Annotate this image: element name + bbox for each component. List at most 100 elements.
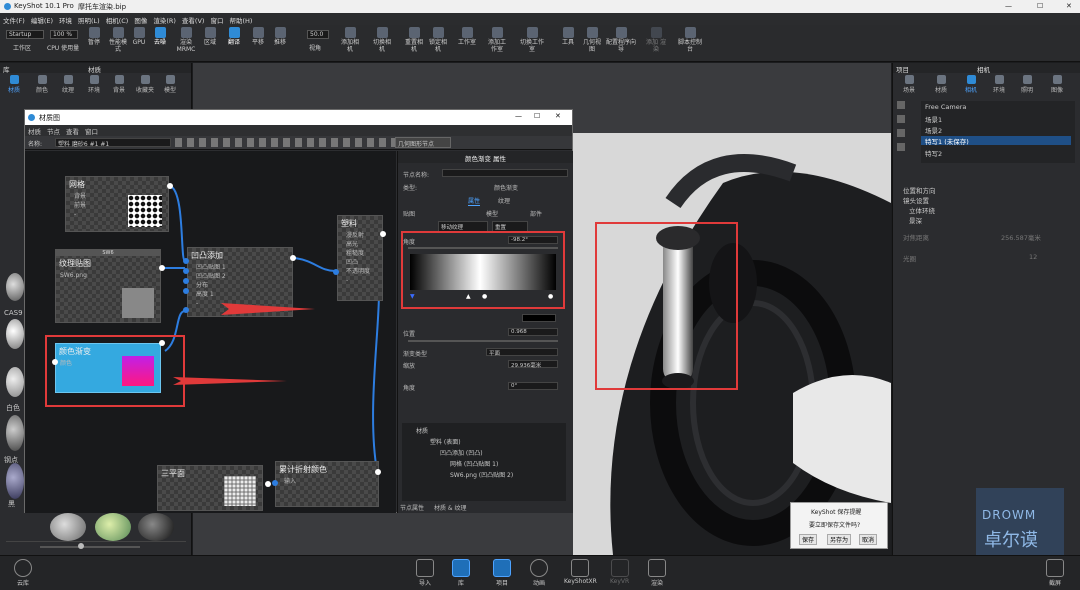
configurator-wizard-button[interactable]: 配置程序向导 — [606, 27, 636, 53]
close-icon[interactable]: ✕ — [1066, 2, 1072, 10]
menu-camera[interactable]: 相机(C) — [103, 13, 132, 25]
tab-environments[interactable]: 环境 — [88, 75, 100, 94]
geometry-node-button[interactable]: 几何图形节点 — [395, 137, 451, 148]
tab-image[interactable]: 图像 — [1051, 75, 1063, 94]
menu-view[interactable]: 查看(V) — [179, 13, 208, 25]
material-thumb[interactable] — [6, 319, 24, 349]
animation-button[interactable]: 动画 — [530, 559, 548, 587]
material-thumb[interactable] — [6, 367, 24, 397]
minimize-icon[interactable]: — — [1005, 2, 1012, 10]
project-button[interactable]: 项目 — [493, 559, 511, 587]
switch-camera-button[interactable]: 切换相机 — [372, 27, 392, 53]
cpu-usage-select[interactable]: 100 % — [50, 30, 78, 39]
tab-materials[interactable]: 材质 — [8, 75, 20, 94]
add-render-button[interactable]: 添加 渲染 — [646, 27, 666, 53]
menu-lighting[interactable]: 照明(L) — [75, 13, 103, 25]
node-graph-canvas[interactable]: 网格 背景 前景 - SW6 纹理贴图 SW6.png 凹凸添加 凹凸贴图 1 … — [25, 151, 396, 513]
close-icon[interactable]: ✕ — [555, 112, 561, 120]
geometry-view-button[interactable]: 几何视图 — [582, 27, 602, 53]
performance-mode-button[interactable]: 性能模式 — [108, 27, 128, 53]
script-console-button[interactable]: 脚本控制台 — [678, 27, 702, 53]
region-button[interactable]: 区域 — [202, 27, 218, 46]
tab-lighting[interactable]: 照明 — [1021, 75, 1033, 94]
tree-item-sw6[interactable]: SW6.png (凹凸贴图 2) — [450, 470, 513, 479]
maximize-icon[interactable]: ☐ — [1037, 2, 1043, 10]
angle2-input[interactable]: 0° — [508, 382, 558, 390]
tab-camera[interactable]: 相机 — [965, 75, 977, 94]
material-thumb[interactable] — [50, 513, 86, 541]
scale-input[interactable]: 29.936毫米 — [508, 360, 558, 369]
tumble-button[interactable]: 翻译 — [226, 27, 242, 46]
cancel-button[interactable]: 取消 — [859, 534, 878, 545]
tree-item-plastic[interactable]: 塑料 (表面) — [430, 437, 461, 446]
lock-camera-button[interactable]: 锁定相机 — [428, 27, 448, 53]
menu-file[interactable]: 文件(F) — [0, 13, 28, 25]
camera-item-free[interactable]: Free Camera — [925, 103, 966, 111]
position-input[interactable]: 0.968 — [508, 328, 558, 336]
tab-project-materials[interactable]: 材质 — [935, 75, 947, 94]
focus-distance-value[interactable]: 256.587毫米 — [1001, 232, 1041, 242]
thumbnail-size-slider[interactable] — [40, 546, 140, 548]
menu-environment[interactable]: 环境 — [56, 13, 75, 25]
tab-colors[interactable]: 颜色 — [36, 75, 48, 94]
position-slider[interactable] — [408, 340, 558, 342]
section-dof[interactable]: 景深 — [909, 215, 922, 225]
tab-favorites[interactable]: 收藏夹 — [136, 75, 154, 94]
menu-window[interactable]: 窗口 — [207, 13, 226, 25]
menu-render[interactable]: 渲染(R) — [150, 13, 179, 25]
graph-tool-icons[interactable] — [175, 138, 395, 147]
reset-camera-button[interactable]: 重置相机 — [404, 27, 424, 53]
library-button[interactable]: 库 — [452, 559, 470, 587]
pause-button[interactable]: 暂停 — [86, 27, 102, 46]
camera-item-scene1[interactable]: 场景1 — [925, 114, 942, 124]
material-name-input[interactable]: 塑料 磨砂6 #1 #1 — [55, 138, 171, 148]
section-position[interactable]: 位置和方向 — [903, 185, 936, 195]
camera-item-scene2[interactable]: 场景2 — [925, 125, 942, 135]
material-thumb[interactable] — [6, 463, 24, 499]
fov-input[interactable]: 50.0 — [307, 30, 329, 39]
tab-environment[interactable]: 环境 — [993, 75, 1005, 94]
switch-studio-button[interactable]: 切换工作室 — [520, 27, 544, 53]
menu-edit[interactable]: 编辑(E) — [28, 13, 56, 25]
section-lens[interactable]: 镜头设置 — [903, 195, 929, 205]
gradient-type-select[interactable]: 平面 — [486, 348, 558, 357]
tab-node-properties[interactable]: 节点属性 — [400, 503, 424, 512]
slider-handle[interactable] — [78, 543, 84, 549]
node-name-input[interactable] — [442, 169, 568, 177]
add-camera-button[interactable]: 添加相机 — [340, 27, 360, 53]
cloud-library-button[interactable]: 云库 — [14, 559, 32, 587]
color-swatch[interactable] — [522, 314, 556, 322]
tree-item-bump-add[interactable]: 凹凸添加 (凹凸) — [440, 448, 483, 457]
aperture-value[interactable]: 12 — [1029, 253, 1037, 261]
refresh-icon[interactable] — [897, 143, 905, 151]
part-radio[interactable]: 部件 — [530, 209, 542, 218]
tab-material-texture[interactable]: 材质 & 纹理 — [434, 503, 467, 512]
save-button[interactable]: 保存 — [799, 534, 818, 545]
menu-help[interactable]: 帮助(H) — [226, 13, 255, 25]
menu-image[interactable]: 图像 — [131, 13, 150, 25]
model-radio[interactable]: 模型 — [486, 209, 498, 218]
section-stereo[interactable]: 立体环绕 — [909, 205, 935, 215]
add-studio-button[interactable]: 添加工作室 — [486, 27, 508, 53]
minimize-icon[interactable]: — — [515, 112, 522, 120]
pan-button[interactable]: 平移 — [250, 27, 266, 46]
menu-material[interactable]: 材质 — [28, 128, 41, 136]
delete-icon[interactable] — [897, 129, 905, 137]
material-thumb[interactable] — [95, 513, 131, 541]
keyvr-button[interactable]: KeyVR — [610, 559, 629, 585]
camera-item-closeup2[interactable]: 特写2 — [925, 148, 942, 158]
tab-properties[interactable]: 属性 — [468, 196, 481, 206]
tree-item-mesh[interactable]: 网格 (凹凸贴图 1) — [450, 459, 498, 468]
tools-button[interactable]: 工具 — [560, 27, 576, 46]
tree-item-material[interactable]: 材质 — [416, 426, 428, 435]
material-thumb[interactable] — [6, 415, 24, 451]
tab-scene[interactable]: 场景 — [903, 75, 915, 94]
add-camera-icon[interactable] — [897, 101, 905, 109]
maximize-icon[interactable]: ☐ — [534, 112, 540, 120]
gpu-button[interactable]: GPU — [132, 27, 146, 46]
duplicate-icon[interactable] — [897, 115, 905, 123]
screenshot-button[interactable]: 截屏 — [1046, 559, 1064, 587]
denoise-button[interactable]: 去噪 — [152, 27, 168, 46]
keyshotxr-button[interactable]: KeyShotXR — [564, 559, 597, 585]
material-thumb[interactable] — [6, 273, 24, 301]
